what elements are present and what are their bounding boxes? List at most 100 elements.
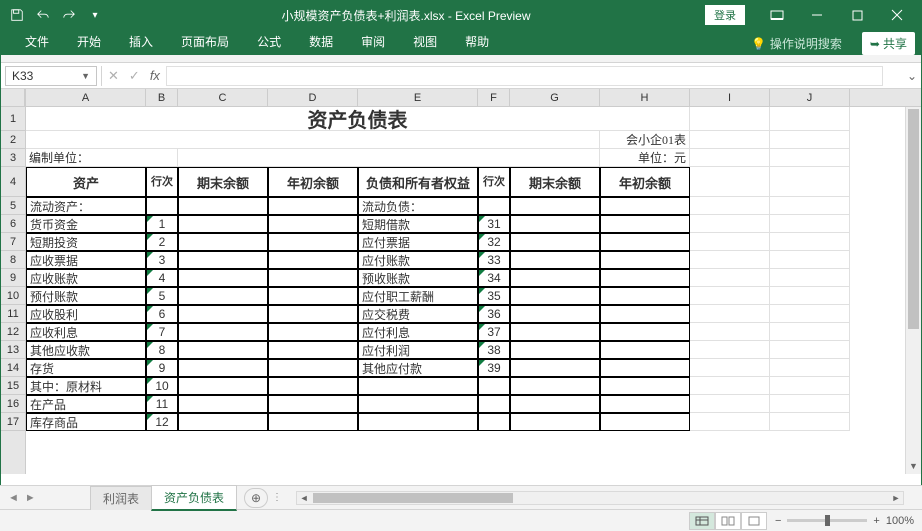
cell[interactable]: [600, 287, 690, 305]
name-box[interactable]: K33 ▼: [5, 66, 97, 86]
cell[interactable]: [770, 413, 850, 431]
cell[interactable]: [178, 359, 268, 377]
cell[interactable]: [510, 215, 600, 233]
tab-review[interactable]: 审阅: [347, 28, 399, 55]
col-header[interactable]: I: [690, 89, 770, 106]
cell[interactable]: 33: [478, 251, 510, 269]
cell[interactable]: 9: [146, 359, 178, 377]
col-header[interactable]: C: [178, 89, 268, 106]
th-liab[interactable]: 负债和所有者权益: [358, 167, 478, 197]
col-header[interactable]: G: [510, 89, 600, 106]
cell[interactable]: [510, 269, 600, 287]
cell[interactable]: 应付账款: [358, 251, 478, 269]
cell[interactable]: [690, 359, 770, 377]
cell[interactable]: 应收利息: [26, 323, 146, 341]
tell-me-search[interactable]: 💡 操作说明搜索: [751, 35, 842, 52]
row-header[interactable]: 2: [1, 131, 25, 149]
cell[interactable]: [268, 269, 358, 287]
cell[interactable]: [690, 269, 770, 287]
share-button[interactable]: ➥ 共享: [862, 32, 915, 55]
cell[interactable]: [268, 395, 358, 413]
cell[interactable]: [478, 413, 510, 431]
cell[interactable]: [178, 323, 268, 341]
cell[interactable]: 37: [478, 323, 510, 341]
cell[interactable]: [770, 323, 850, 341]
row-header[interactable]: 14: [1, 359, 25, 377]
fx-icon[interactable]: fx: [150, 68, 160, 84]
view-layout-icon[interactable]: [715, 512, 741, 530]
vertical-scrollbar[interactable]: ▲ ▼: [905, 107, 921, 474]
sheet-cells[interactable]: 资产负债表 会小企01表 编制单位： 单位：元 资产 行次 期末余额: [26, 107, 921, 431]
cell[interactable]: [510, 377, 600, 395]
cell[interactable]: [690, 287, 770, 305]
cell[interactable]: [268, 215, 358, 233]
scroll-thumb[interactable]: [313, 493, 513, 503]
row-header[interactable]: 9: [1, 269, 25, 287]
tab-file[interactable]: 文件: [11, 28, 63, 55]
cell[interactable]: 5: [146, 287, 178, 305]
cell[interactable]: 11: [146, 395, 178, 413]
cell[interactable]: 12: [146, 413, 178, 431]
row-header[interactable]: 3: [1, 149, 25, 167]
col-header[interactable]: B: [146, 89, 178, 106]
cell[interactable]: [510, 395, 600, 413]
cell[interactable]: [510, 197, 600, 215]
zoom-in-button[interactable]: +: [873, 515, 879, 527]
cell[interactable]: 3: [146, 251, 178, 269]
cell[interactable]: [268, 323, 358, 341]
cell[interactable]: [268, 197, 358, 215]
cell[interactable]: [358, 395, 478, 413]
row-header[interactable]: 15: [1, 377, 25, 395]
th-asset[interactable]: 资产: [26, 167, 146, 197]
tab-help[interactable]: 帮助: [451, 28, 503, 55]
cell[interactable]: [690, 215, 770, 233]
cell[interactable]: [510, 323, 600, 341]
cell[interactable]: 其中：原材料: [26, 377, 146, 395]
cell[interactable]: [178, 215, 268, 233]
cell[interactable]: 35: [478, 287, 510, 305]
cell[interactable]: [600, 395, 690, 413]
cell[interactable]: [690, 323, 770, 341]
cell[interactable]: 其他应付款: [358, 359, 478, 377]
row-header[interactable]: 16: [1, 395, 25, 413]
cell[interactable]: [690, 341, 770, 359]
cell[interactable]: [178, 287, 268, 305]
expand-formula-icon[interactable]: ⌄: [903, 69, 921, 83]
currency-unit[interactable]: 单位：元: [600, 149, 690, 167]
accept-formula-icon[interactable]: ✓: [129, 68, 140, 84]
cell[interactable]: 其他应收款: [26, 341, 146, 359]
cell[interactable]: [268, 359, 358, 377]
sheet-tab-balance[interactable]: 资产负债表: [151, 485, 237, 511]
cell[interactable]: [690, 167, 770, 197]
scroll-thumb[interactable]: [908, 109, 919, 329]
col-header[interactable]: F: [478, 89, 510, 106]
cell[interactable]: [690, 413, 770, 431]
cell[interactable]: [600, 341, 690, 359]
cell[interactable]: [770, 107, 850, 131]
row-header[interactable]: 11: [1, 305, 25, 323]
cell[interactable]: [178, 197, 268, 215]
tab-formulas[interactable]: 公式: [243, 28, 295, 55]
cell[interactable]: 39: [478, 359, 510, 377]
tab-data[interactable]: 数据: [295, 28, 347, 55]
cancel-formula-icon[interactable]: ✕: [108, 68, 119, 84]
cell[interactable]: [178, 341, 268, 359]
cell[interactable]: 应付利息: [358, 323, 478, 341]
login-button[interactable]: 登录: [705, 5, 745, 25]
cell[interactable]: 6: [146, 305, 178, 323]
zoom-level[interactable]: 100%: [886, 515, 914, 527]
cell[interactable]: [770, 251, 850, 269]
cell[interactable]: [510, 287, 600, 305]
scroll-down-icon[interactable]: ▼: [906, 458, 921, 474]
cell[interactable]: [268, 377, 358, 395]
cell[interactable]: [510, 341, 600, 359]
cell[interactable]: 短期投资: [26, 233, 146, 251]
cell[interactable]: [178, 251, 268, 269]
cell[interactable]: [770, 215, 850, 233]
col-header[interactable]: J: [770, 89, 850, 106]
maximize-icon[interactable]: [837, 1, 877, 29]
view-normal-icon[interactable]: [689, 512, 715, 530]
tab-next-icon[interactable]: ►: [25, 492, 36, 504]
cell[interactable]: [478, 197, 510, 215]
cell[interactable]: [600, 197, 690, 215]
